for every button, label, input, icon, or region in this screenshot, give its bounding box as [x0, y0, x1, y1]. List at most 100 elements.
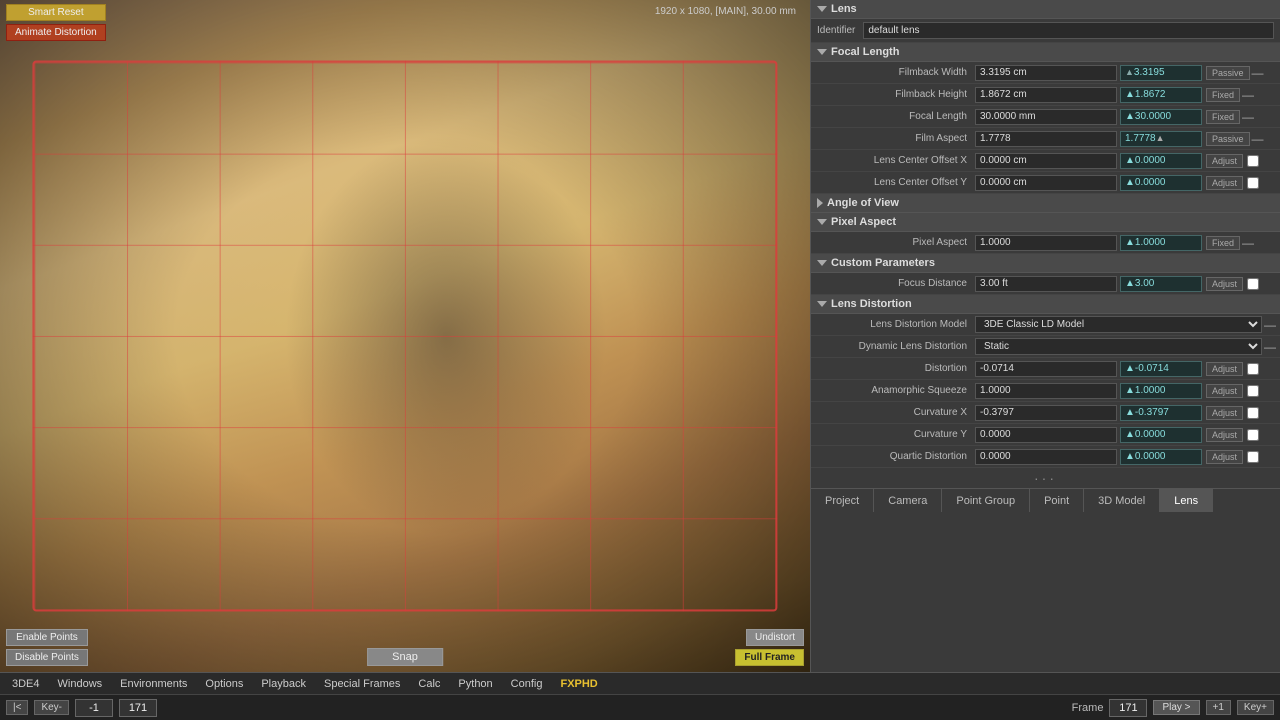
distortion-value[interactable] [975, 361, 1117, 377]
distortion-mode[interactable]: Adjust [1206, 362, 1243, 376]
key-minus-button[interactable]: Key- [34, 700, 69, 715]
lens-center-y-spin[interactable]: ▲0.0000 [1120, 175, 1202, 191]
focal-length-mode[interactable]: Fixed [1206, 110, 1240, 124]
filmback-width-spin[interactable]: ▲3.3195 [1120, 65, 1202, 81]
quartic-distortion-spin[interactable]: ▲0.0000 [1120, 449, 1202, 465]
dynamic-lens-distortion-dropdown[interactable]: Static [975, 338, 1262, 355]
menu-python[interactable]: Python [450, 677, 500, 691]
focal-length-section-header[interactable]: Focal Length [811, 43, 1280, 62]
identifier-input[interactable] [863, 22, 1274, 39]
anamorphic-squeeze-value[interactable] [975, 383, 1117, 399]
focus-distance-spin[interactable]: ▲3.00 [1120, 276, 1202, 292]
filmback-width-mode[interactable]: Passive [1206, 66, 1250, 80]
filmback-height-mode[interactable]: Fixed [1206, 88, 1240, 102]
menu-options[interactable]: Options [197, 677, 251, 691]
menu-windows[interactable]: Windows [50, 677, 111, 691]
frame-minus-input[interactable] [75, 699, 113, 717]
pixel-aspect-value[interactable] [975, 235, 1117, 251]
film-aspect-mode[interactable]: Passive [1206, 132, 1250, 146]
pixel-aspect-section-header[interactable]: Pixel Aspect [811, 213, 1280, 232]
distortion-controls: ▲-0.0714 Adjust [975, 361, 1276, 377]
menu-config[interactable]: Config [503, 677, 551, 691]
tab-3d-model[interactable]: 3D Model [1084, 489, 1160, 512]
lens-distortion-model-dropdown[interactable]: 3DE Classic LD Model [975, 316, 1262, 333]
curvature-x-checkbox[interactable] [1247, 407, 1259, 419]
focus-distance-mode[interactable]: Adjust [1206, 277, 1243, 291]
filmback-height-value[interactable] [975, 87, 1117, 103]
focal-length-spin[interactable]: ▲30.0000 [1120, 109, 1202, 125]
smart-reset-button[interactable]: Smart Reset [6, 4, 106, 21]
lens-distortion-model-minus[interactable]: — [1264, 318, 1276, 332]
menu-fxphd[interactable]: FXPHD [552, 677, 605, 691]
curvature-y-value[interactable] [975, 427, 1117, 443]
curvature-y-spin[interactable]: ▲0.0000 [1120, 427, 1202, 443]
menu-calc[interactable]: Calc [410, 677, 448, 691]
distortion-checkbox[interactable] [1247, 363, 1259, 375]
focal-length-value[interactable] [975, 109, 1117, 125]
angle-of-view-label: Angle of View [827, 197, 899, 209]
film-aspect-value[interactable] [975, 131, 1117, 147]
lens-center-x-value[interactable] [975, 153, 1117, 169]
anamorphic-squeeze-mode[interactable]: Adjust [1206, 384, 1243, 398]
filmback-width-value[interactable] [975, 65, 1117, 81]
quartic-distortion-mode[interactable]: Adjust [1206, 450, 1243, 464]
go-start-button[interactable]: |< [6, 700, 28, 715]
distortion-spin[interactable]: ▲-0.0714 [1120, 361, 1202, 377]
key-plus1-button[interactable]: +1 [1206, 700, 1231, 715]
animate-distortion-button[interactable]: Animate Distortion [6, 24, 106, 41]
tab-project[interactable]: Project [811, 489, 874, 512]
curvature-x-value[interactable] [975, 405, 1117, 421]
lens-collapse-icon [817, 6, 827, 12]
enable-points-button[interactable]: Enable Points [6, 629, 88, 646]
anamorphic-squeeze-spin[interactable]: ▲1.0000 [1120, 383, 1202, 399]
filmback-width-minus[interactable]: — [1252, 66, 1264, 80]
lens-center-x-checkbox[interactable] [1247, 155, 1259, 167]
lens-center-y-checkbox[interactable] [1247, 177, 1259, 189]
tab-lens[interactable]: Lens [1160, 489, 1213, 512]
undistort-button[interactable]: Undistort [746, 629, 804, 646]
frame-left-input[interactable] [119, 699, 157, 717]
curvature-x-spin[interactable]: ▲-0.3797 [1120, 405, 1202, 421]
tab-camera[interactable]: Camera [874, 489, 942, 512]
pixel-aspect-mode[interactable]: Fixed [1206, 236, 1240, 250]
focus-distance-value[interactable] [975, 276, 1117, 292]
play-button[interactable]: Play > [1153, 700, 1199, 715]
lens-center-y-value[interactable] [975, 175, 1117, 191]
focal-length-minus[interactable]: — [1242, 110, 1254, 124]
filmback-height-minus[interactable]: — [1242, 88, 1254, 102]
menu-playback[interactable]: Playback [253, 677, 314, 691]
snap-button[interactable]: Snap [367, 648, 443, 666]
menu-special-frames[interactable]: Special Frames [316, 677, 408, 691]
tab-point-group[interactable]: Point Group [942, 489, 1030, 512]
menu-3de4[interactable]: 3DE4 [4, 677, 48, 691]
curvature-x-mode[interactable]: Adjust [1206, 406, 1243, 420]
curvature-y-checkbox[interactable] [1247, 429, 1259, 441]
lens-center-y-mode[interactable]: Adjust [1206, 176, 1243, 190]
focal-length-controls: ▲30.0000 Fixed — [975, 109, 1276, 125]
menu-environments[interactable]: Environments [112, 677, 195, 691]
curvature-y-mode[interactable]: Adjust [1206, 428, 1243, 442]
full-frame-button[interactable]: Full Frame [735, 649, 804, 666]
dynamic-lens-distortion-minus[interactable]: — [1264, 340, 1276, 354]
quartic-distortion-value[interactable] [975, 449, 1117, 465]
lens-center-x-mode[interactable]: Adjust [1206, 154, 1243, 168]
pixel-aspect-minus[interactable]: — [1242, 236, 1254, 250]
frame-number-input[interactable] [1109, 699, 1147, 717]
right-panel: Lens Identifier Focal Length Filmback Wi… [810, 0, 1280, 672]
lens-section-header[interactable]: Lens [811, 0, 1280, 19]
anamorphic-squeeze-checkbox[interactable] [1247, 385, 1259, 397]
lens-center-x-spin[interactable]: ▲0.0000 [1120, 153, 1202, 169]
lens-distortion-section-header[interactable]: Lens Distortion [811, 295, 1280, 314]
film-aspect-spin[interactable]: 1.7778▲ [1120, 131, 1202, 147]
key-plus2-button[interactable]: Key+ [1237, 700, 1274, 715]
disable-points-button[interactable]: Disable Points [6, 649, 88, 666]
focal-length-label: Focal Length [815, 111, 975, 122]
focus-distance-checkbox[interactable] [1247, 278, 1259, 290]
angle-of-view-header[interactable]: Angle of View [811, 194, 1280, 213]
filmback-height-spin[interactable]: ▲1.8672 [1120, 87, 1202, 103]
tab-point[interactable]: Point [1030, 489, 1084, 512]
custom-params-section-header[interactable]: Custom Parameters [811, 254, 1280, 273]
quartic-distortion-checkbox[interactable] [1247, 451, 1259, 463]
film-aspect-minus[interactable]: — [1252, 132, 1264, 146]
pixel-aspect-spin[interactable]: ▲1.0000 [1120, 235, 1202, 251]
